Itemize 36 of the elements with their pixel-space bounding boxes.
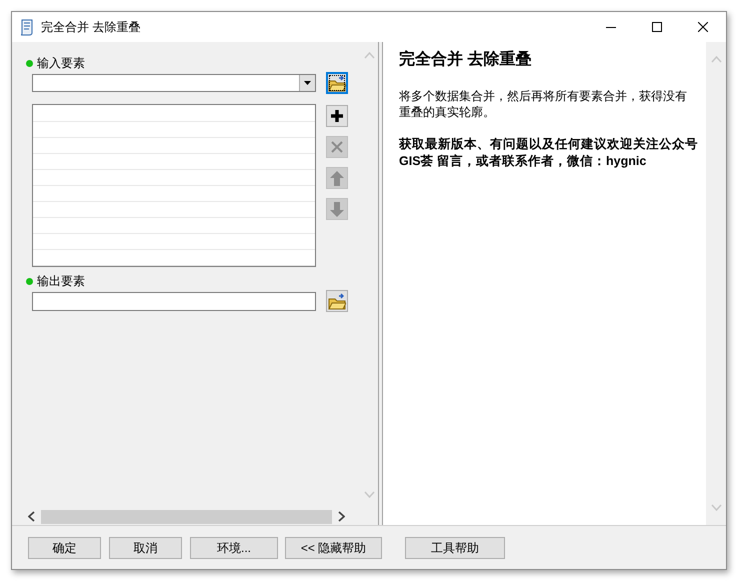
- scroll-icon: [19, 18, 34, 36]
- help-note: 获取最新版本、有问题以及任何建议欢迎关注公众号 GIS荟 留言，或者联系作者，微信：hygnic: [399, 136, 699, 170]
- close-icon: [698, 22, 708, 32]
- scroll-left-icon: [28, 511, 35, 522]
- dialog-button[interactable]: 工具帮助: [405, 536, 505, 558]
- help-title: 完全合并 去除重叠: [399, 50, 532, 70]
- up-arrow-icon: [330, 170, 344, 186]
- feature-list[interactable]: [32, 104, 316, 267]
- help-description: 将多个数据集合并，然后再将所有要素合并，获得没有重叠的真实轮廓。: [399, 88, 688, 120]
- scroll-right-icon: [338, 511, 345, 522]
- dialog-button[interactable]: 取消: [109, 536, 182, 558]
- caret-icon: [304, 81, 311, 85]
- dialog-button[interactable]: 环境...: [190, 536, 278, 558]
- dropdown-field[interactable]: [32, 74, 316, 92]
- plus-icon: [330, 109, 344, 123]
- dialog-button[interactable]: 确定: [28, 536, 101, 558]
- field-label: 输入要素: [37, 55, 85, 72]
- remove-icon: [331, 141, 343, 153]
- dropdown-button[interactable]: [299, 75, 315, 91]
- browse-button[interactable]: [326, 72, 348, 94]
- folder-icon: [328, 74, 346, 92]
- folder-icon: [328, 292, 346, 310]
- scroll-down-icon: [710, 504, 722, 511]
- add-button[interactable]: [326, 105, 348, 127]
- window-title: 完全合并 去除重叠: [41, 19, 140, 36]
- vertical-scrollbar[interactable]: [706, 42, 726, 525]
- field-label: 输出要素: [37, 273, 85, 290]
- scroll-down-icon: [364, 491, 375, 498]
- scrollbar-thumb[interactable]: [41, 510, 332, 524]
- dialog-button[interactable]: << 隐藏帮助: [285, 536, 382, 558]
- maximize-icon: [652, 22, 662, 32]
- output-field[interactable]: [32, 292, 316, 310]
- minimize-icon: [606, 26, 616, 28]
- scroll-up-icon: [364, 52, 375, 59]
- down-arrow-icon: [330, 202, 344, 216]
- scroll-up-icon: [710, 56, 722, 63]
